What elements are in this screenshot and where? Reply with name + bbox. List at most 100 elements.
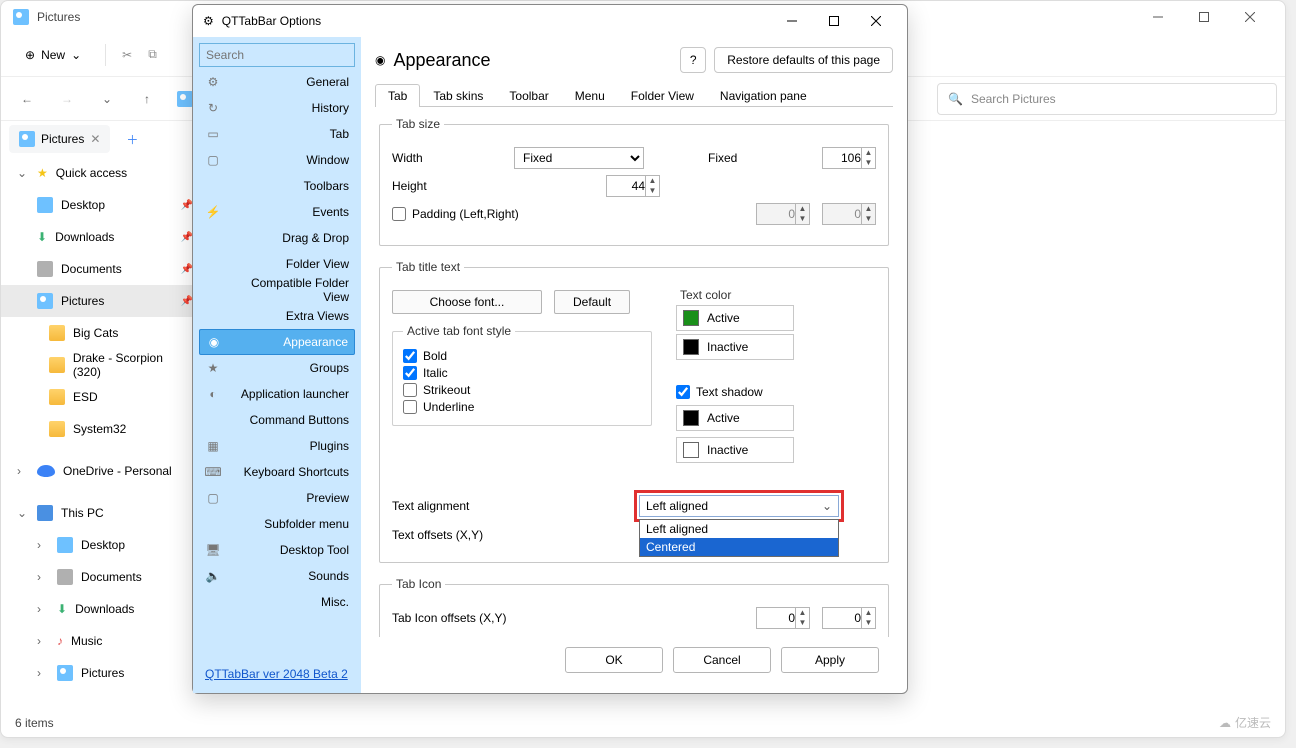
tree-item[interactable]: Pictures📌: [1, 285, 201, 317]
up-button[interactable]: ↑: [129, 81, 165, 117]
fixed-width-spinner[interactable]: ▲▼: [822, 147, 876, 169]
subtab-tab[interactable]: Tab: [375, 84, 420, 107]
recent-button[interactable]: ⌄: [89, 81, 125, 117]
tree-this-pc[interactable]: ⌄ This PC: [1, 497, 201, 529]
text-shadow-checkbox[interactable]: Text shadow: [676, 385, 794, 399]
tree-item[interactable]: Big Cats: [1, 317, 201, 349]
active-shadow-color[interactable]: Active: [676, 405, 794, 431]
settings-sidebar: ⚙General↻History▭Tab▢WindowToolbars⚡Even…: [193, 37, 361, 693]
cancel-button[interactable]: Cancel: [673, 647, 771, 673]
tree-item-label: Documents: [81, 570, 142, 584]
minimize-button[interactable]: [1135, 2, 1181, 32]
subtab-folder-view[interactable]: Folder View: [618, 84, 707, 107]
restore-defaults-button[interactable]: Restore defaults of this page: [714, 47, 893, 73]
tree-item[interactable]: ›Documents: [1, 561, 201, 593]
category-command-buttons[interactable]: Command Buttons: [199, 407, 355, 433]
document-icon: [57, 569, 73, 585]
tree-item[interactable]: ›⬇Downloads: [1, 593, 201, 625]
category-folder-view[interactable]: Folder View: [199, 251, 355, 277]
apply-button[interactable]: Apply: [781, 647, 879, 673]
category-compatible-folder-view[interactable]: Compatible Folder View: [199, 277, 355, 303]
category-groups[interactable]: ★Groups: [199, 355, 355, 381]
tree-item[interactable]: ›♪Music: [1, 625, 201, 657]
cut-icon[interactable]: ✂: [122, 48, 132, 62]
tree-item[interactable]: Drake - Scorpion (320): [1, 349, 201, 381]
ok-button[interactable]: OK: [565, 647, 663, 673]
maximize-button[interactable]: [1181, 2, 1227, 32]
subtab-tab-skins[interactable]: Tab skins: [420, 84, 496, 107]
pictures-icon: [177, 91, 193, 107]
icon-offset-y-spinner[interactable]: ▲▼: [822, 607, 876, 629]
forward-button[interactable]: →: [49, 81, 85, 117]
category-events[interactable]: ⚡Events: [199, 199, 355, 225]
search-icon: 🔍: [948, 92, 963, 106]
underline-checkbox[interactable]: Underline: [403, 400, 641, 414]
category-tab[interactable]: ▭Tab: [199, 121, 355, 147]
category-icon: 🔈: [205, 569, 221, 583]
category-label: Appearance: [283, 335, 348, 349]
nav-tree: ⌄ ★ Quick access Desktop📌⬇Downloads📌Docu…: [1, 121, 201, 709]
category-preview[interactable]: ▢Preview: [199, 485, 355, 511]
option-left-aligned[interactable]: Left aligned: [640, 520, 838, 538]
italic-checkbox[interactable]: Italic: [403, 366, 641, 380]
default-font-button[interactable]: Default: [554, 290, 630, 314]
option-centered[interactable]: Centered: [640, 538, 838, 556]
inactive-text-color[interactable]: Inactive: [676, 334, 794, 360]
new-menu[interactable]: ⊕ New ⌄: [17, 44, 89, 66]
category-application-launcher[interactable]: ◐Application launcher: [199, 381, 355, 407]
sidebar-search[interactable]: [199, 43, 355, 67]
copy-icon[interactable]: ⧉: [148, 47, 157, 62]
dialog-maximize-button[interactable]: [813, 7, 855, 35]
folder-icon: [49, 389, 65, 405]
category-icon: ▢: [205, 491, 221, 505]
back-button[interactable]: ←: [9, 81, 45, 117]
strikeout-checkbox[interactable]: Strikeout: [403, 383, 641, 397]
category-misc-[interactable]: Misc.: [199, 589, 355, 615]
subtab-navigation-pane[interactable]: Navigation pane: [707, 84, 820, 107]
tree-onedrive[interactable]: › OneDrive - Personal: [1, 455, 201, 487]
tree-item[interactable]: Desktop📌: [1, 189, 201, 221]
tree-item[interactable]: ⬇Downloads📌: [1, 221, 201, 253]
category-history[interactable]: ↻History: [199, 95, 355, 121]
category-drag-drop[interactable]: Drag & Drop: [199, 225, 355, 251]
icon-offset-x-spinner[interactable]: ▲▼: [756, 607, 810, 629]
subtab-menu[interactable]: Menu: [562, 84, 618, 107]
category-general[interactable]: ⚙General: [199, 69, 355, 95]
category-sounds[interactable]: 🔈Sounds: [199, 563, 355, 589]
category-subfolder-menu[interactable]: Subfolder menu: [199, 511, 355, 537]
highlighted-region: Left aligned ⌄ Left aligned Centered: [634, 490, 844, 522]
alignment-dropdown-list: Left aligned Centered: [639, 519, 839, 557]
inactive-shadow-color[interactable]: Inactive: [676, 437, 794, 463]
music-icon: ♪: [57, 634, 63, 648]
bold-checkbox[interactable]: Bold: [403, 349, 641, 363]
height-spinner[interactable]: ▲▼: [606, 175, 660, 197]
category-extra-views[interactable]: Extra Views: [199, 303, 355, 329]
tree-quick-access[interactable]: ⌄ ★ Quick access: [1, 157, 201, 189]
padding-checkbox[interactable]: Padding (Left,Right): [392, 207, 519, 221]
choose-font-button[interactable]: Choose font...: [392, 290, 542, 314]
close-button[interactable]: [1227, 2, 1273, 32]
subtab-toolbar[interactable]: Toolbar: [496, 84, 561, 107]
active-text-color[interactable]: Active: [676, 305, 794, 331]
tree-item[interactable]: Documents📌: [1, 253, 201, 285]
category-window[interactable]: ▢Window: [199, 147, 355, 173]
dialog-title: QTTabBar Options: [222, 14, 321, 28]
tree-item[interactable]: ›Pictures: [1, 657, 201, 689]
dialog-close-button[interactable]: [855, 7, 897, 35]
tree-item[interactable]: ›Desktop: [1, 529, 201, 561]
category-desktop-tool[interactable]: 🖥Desktop Tool: [199, 537, 355, 563]
dialog-minimize-button[interactable]: [771, 7, 813, 35]
tree-item[interactable]: ESD: [1, 381, 201, 413]
category-appearance[interactable]: ◉Appearance: [199, 329, 355, 355]
category-keyboard-shortcuts[interactable]: ⌨Keyboard Shortcuts: [199, 459, 355, 485]
help-button[interactable]: ?: [680, 47, 706, 73]
version-link[interactable]: QTTabBar ver 2048 Beta 2: [199, 661, 355, 687]
gear-icon: ⚙: [203, 14, 214, 28]
category-plugins[interactable]: ▦Plugins: [199, 433, 355, 459]
tree-item[interactable]: System32: [1, 413, 201, 445]
category-toolbars[interactable]: Toolbars: [199, 173, 355, 199]
width-mode-select[interactable]: Fixed: [514, 147, 644, 169]
tab-size-group: Tab size Width Fixed Fixed ▲▼ Height ▲▼: [379, 117, 889, 246]
text-alignment-combobox[interactable]: Left aligned ⌄: [639, 495, 839, 517]
search-input[interactable]: 🔍 Search Pictures: [937, 83, 1277, 115]
